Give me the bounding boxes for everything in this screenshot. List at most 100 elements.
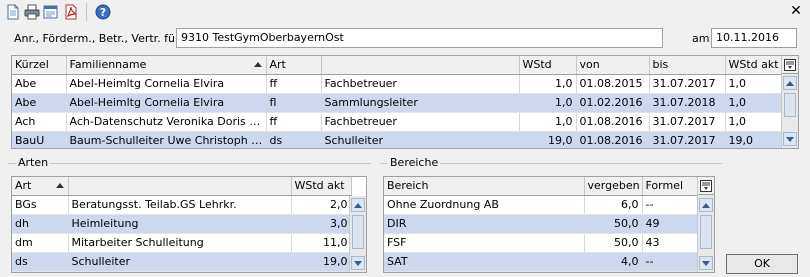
cell-bezeichnung: Mitarbeiter Schulleitung [68,233,292,253]
cell-familienname: Baum-Schulleiter Uwe Christoph Ek... [66,131,267,148]
svg-text:?: ? [100,6,106,19]
arten-grid-scrollbar[interactable] [349,196,366,272]
main-grid-scrollbar[interactable] [781,56,798,148]
cell-wstd-akt: 2,0 [291,195,352,215]
cell-formel: 43 [642,233,700,253]
col-vergeben[interactable]: vergeben [584,177,643,196]
close-button[interactable]: ✕ [788,2,804,20]
cell-art: ff [266,112,322,132]
scroll-up-icon[interactable] [699,198,713,212]
cell-bis: 31.07.2017 [649,74,726,94]
bereiche-grid: Bereich vergeben Formel Ohne Zuordnung A… [383,176,715,273]
toolbar-separator [86,3,87,21]
scroll-thumb[interactable] [784,93,796,117]
cell-art: ff [266,74,322,94]
cell-bereich: DIR [384,214,585,234]
cell-wstd: 1,0 [519,93,577,113]
col-familienname[interactable]: Familienname [66,56,267,75]
arten-grid: Art WStd akt BGs Beratungsst. Teilab.GS … [11,176,367,273]
date-field[interactable]: 10.11.2016 [711,28,797,48]
cell-bis: 31.07.2018 [649,93,726,113]
cell-bis: 31.07.2017 [649,131,726,148]
col-kuerzel[interactable]: Kürzel [12,56,67,75]
col-familienname-label: Familienname [69,58,147,72]
cell-bezeichnung: Schulleiter [68,252,292,272]
col-von[interactable]: von [576,56,650,75]
column-chooser-icon[interactable] [782,56,798,74]
print-icon[interactable] [23,3,41,21]
col-bezeichnung[interactable] [321,56,520,75]
col-wstd-akt[interactable]: WStd akt [291,177,352,196]
col-bereich[interactable]: Bereich [384,177,585,196]
cell-formel: -- [642,252,700,272]
scroll-thumb[interactable] [700,215,712,249]
table-row[interactable]: dm Mitarbeiter Schulleitung 11,0 [12,233,352,253]
school-label: Anr., Förderm., Betr., Vertr. für [14,32,180,45]
arten-group-border [8,163,371,164]
cell-bezeichnung: Fachbetreuer [321,74,520,94]
table-row[interactable]: BauU Baum-Schulleiter Uwe Christoph Ek..… [12,131,784,148]
cell-familienname: Abel-Heimltg Cornelia Elvira [66,74,267,94]
scroll-thumb[interactable] [352,215,364,249]
table-row[interactable]: ds Schulleiter 19,0 [12,252,352,272]
toolbar: ? ✕ [0,0,810,24]
sort-asc-icon [55,183,64,188]
cell-familienname: Abel-Heimltg Cornelia Elvira [66,93,267,113]
col-bezeichnung[interactable] [68,177,292,196]
print-preview-icon[interactable] [42,3,60,21]
table-row[interactable]: SAT 4,0 -- [384,252,700,272]
bereiche-grid-scrollbar[interactable] [697,177,714,272]
cell-wstd: 1,0 [519,74,577,94]
cell-art: BGs [12,195,69,215]
col-art[interactable]: Art [266,56,322,75]
col-bis[interactable]: bis [649,56,726,75]
main-grid: Kürzel Familienname Art WStd von bis WSt… [11,55,799,149]
cell-bereich: SAT [384,252,585,272]
table-row[interactable]: Ohne Zuordnung AB 6,0 -- [384,195,700,215]
cell-kuerzel: Ach [12,112,67,132]
date-label: am [692,32,710,45]
scroll-up-icon[interactable] [351,198,365,212]
cell-wstd-akt: 19,0 [291,252,352,272]
col-art-label: Art [15,179,32,193]
scroll-down-icon[interactable] [699,256,713,270]
table-row[interactable]: FSF 50,0 43 [384,233,700,253]
scroll-down-icon[interactable] [783,132,797,146]
table-row[interactable]: DIR 50,0 49 [384,214,700,234]
bereiche-group-label: Bereiche [388,156,441,169]
cell-wstd-akt: 3,0 [291,214,352,234]
cell-bezeichnung: Beratungsst. Teilab.GS Lehrkr. [68,195,292,215]
cell-bereich: Ohne Zuordnung AB [384,195,585,215]
cell-familienname: Ach-Datenschutz Veronika Doris Ra... [66,112,267,132]
new-document-icon[interactable] [4,3,22,21]
cell-bezeichnung: Heimleitung [68,214,292,234]
cell-wstd-akt: 11,0 [291,233,352,253]
col-wstd[interactable]: WStd [519,56,577,75]
cell-von: 01.02.2016 [576,93,650,113]
help-icon[interactable]: ? [94,3,112,21]
col-wstd-akt[interactable]: WStd akt [725,56,784,75]
arten-group-label: Arten [16,156,51,169]
table-row[interactable]: Abe Abel-Heimltg Cornelia Elvira ff Fach… [12,74,784,94]
cell-wstd-akt: 1,0 [725,93,784,113]
cell-bezeichnung: Fachbetreuer [321,112,520,132]
pdf-icon[interactable] [62,3,80,21]
scroll-down-icon[interactable] [351,256,365,270]
cell-wstd: 19,0 [519,131,577,148]
column-chooser-icon[interactable] [698,177,714,195]
cell-bereich: FSF [384,233,585,253]
table-row[interactable]: Abe Abel-Heimltg Cornelia Elvira fl Samm… [12,93,784,113]
cell-kuerzel: Abe [12,93,67,113]
scroll-up-icon[interactable] [783,76,797,90]
ok-button[interactable]: OK [726,254,798,274]
cell-formel: -- [642,195,700,215]
school-field[interactable]: 9310 TestGymOberbayernOst [176,28,663,48]
cell-art: fl [266,93,322,113]
col-formel[interactable]: Formel [642,177,700,196]
cell-vergeben: 50,0 [584,214,643,234]
table-row[interactable]: dh Heimleitung 3,0 [12,214,352,234]
cell-art: dh [12,214,69,234]
table-row[interactable]: Ach Ach-Datenschutz Veronika Doris Ra...… [12,112,784,132]
table-row[interactable]: BGs Beratungsst. Teilab.GS Lehrkr. 2,0 [12,195,352,215]
col-art[interactable]: Art [12,177,69,196]
